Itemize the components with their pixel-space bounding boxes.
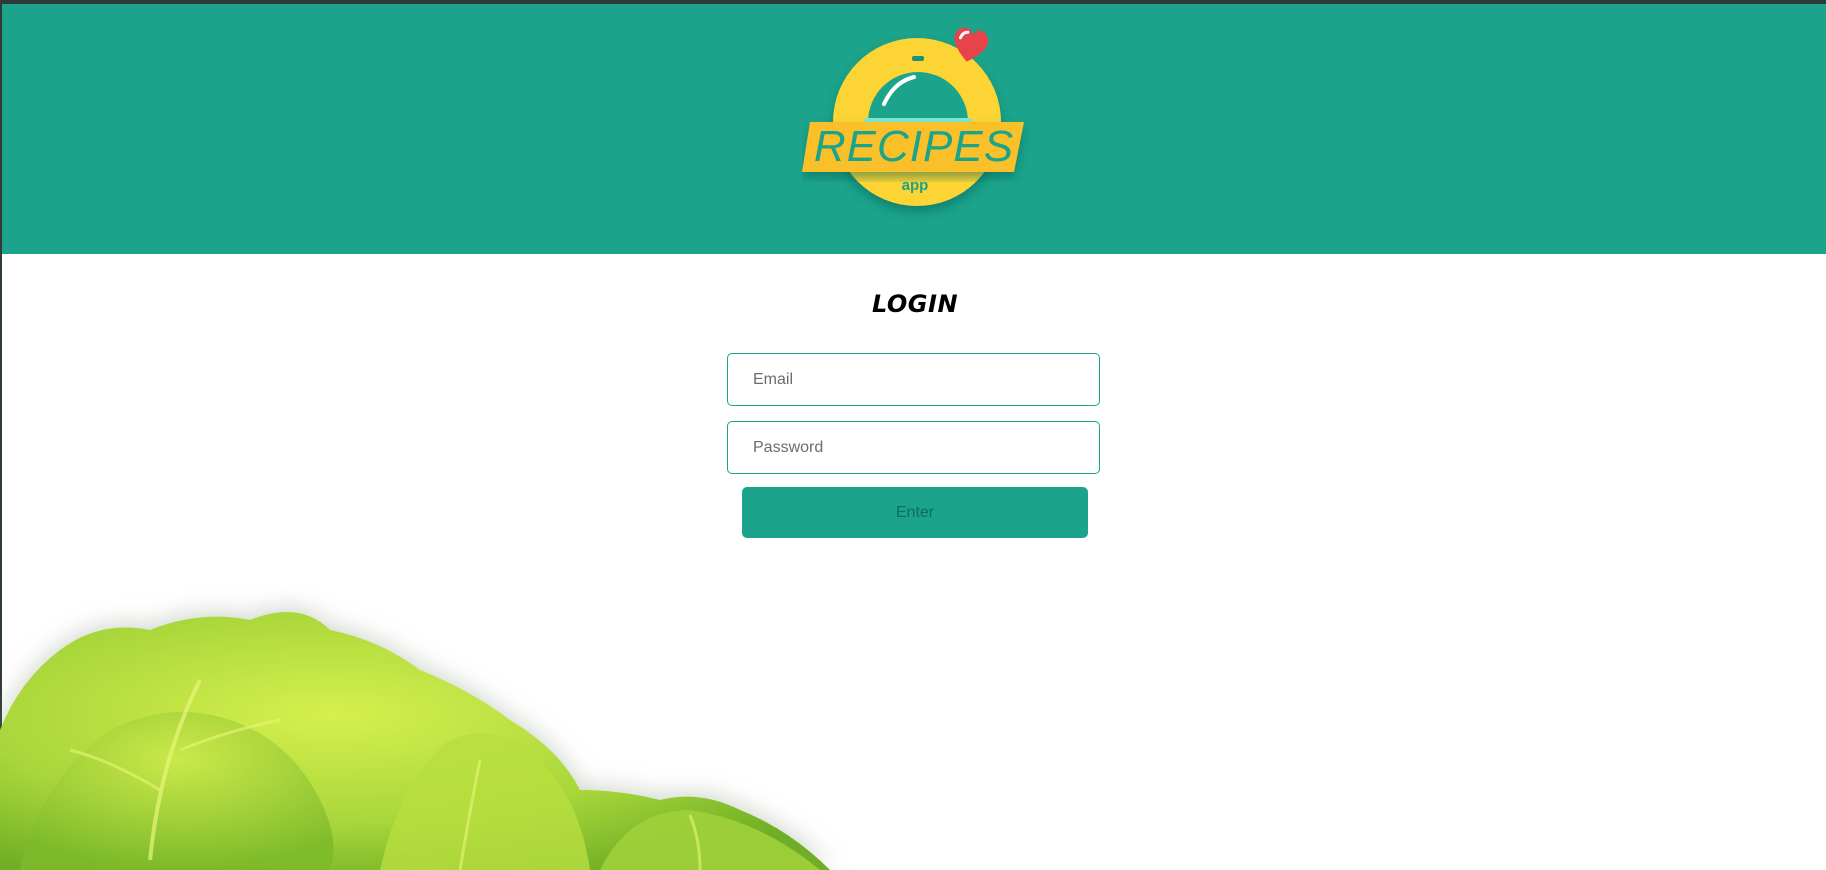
login-title: LOGIN xyxy=(871,290,959,318)
recipes-app-logo: RECIPES app xyxy=(802,27,1024,206)
lettuce-image xyxy=(0,612,830,870)
header-bar: RECIPES app xyxy=(2,4,1826,254)
logo-text: RECIPES xyxy=(814,122,1014,171)
enter-button[interactable]: Enter xyxy=(742,487,1088,538)
email-input[interactable] xyxy=(727,353,1100,406)
logo-banner: RECIPES xyxy=(802,122,1024,172)
app-window: RECIPES app LOGIN Enter xyxy=(0,0,1826,870)
logo-subtext: app xyxy=(902,177,929,194)
password-input[interactable] xyxy=(727,421,1100,474)
